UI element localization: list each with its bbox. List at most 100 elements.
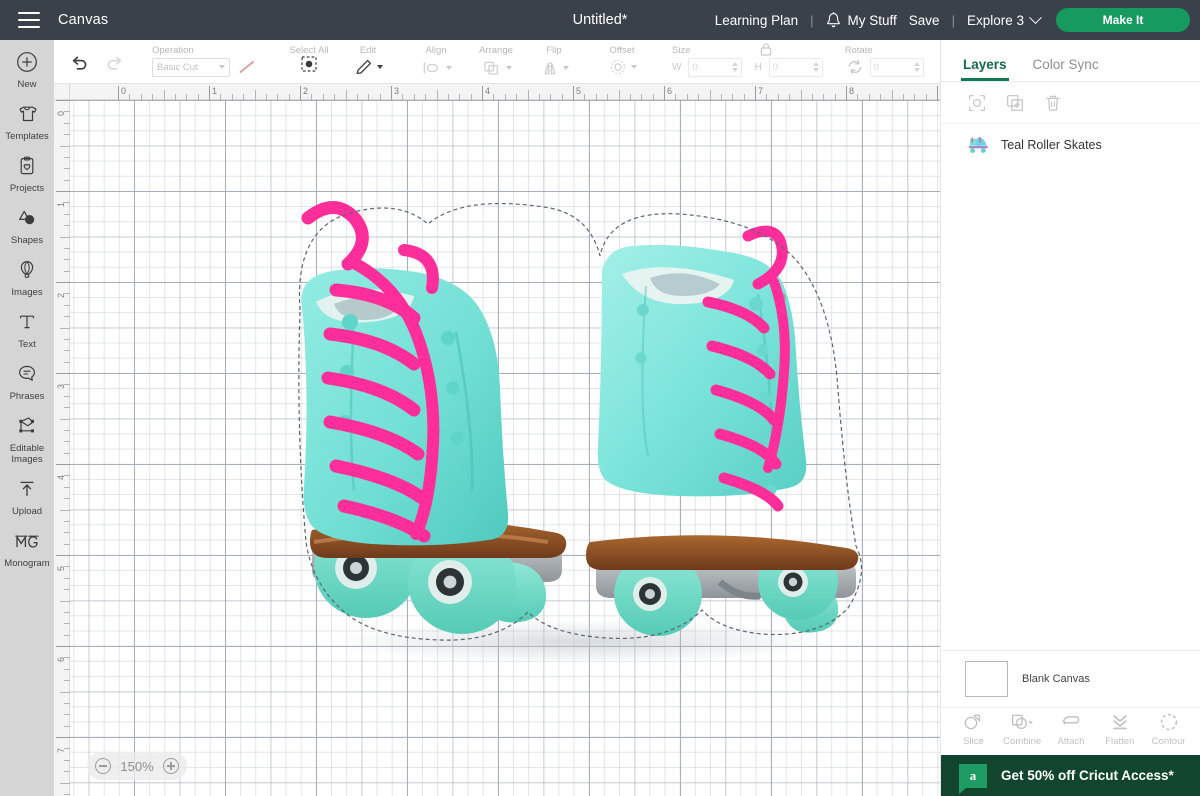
flatten-button[interactable]: Flatten: [1096, 712, 1144, 747]
height-input[interactable]: 0: [768, 57, 823, 77]
ruler-v-minor-tick: [64, 407, 70, 409]
sidebar-item-images[interactable]: Images: [0, 258, 54, 298]
sidebar-item-phrases[interactable]: Phrases: [0, 362, 54, 402]
ruler-v-minor-tick: [64, 748, 70, 750]
select-all-group: Select All: [284, 40, 334, 84]
notification-bell-icon[interactable]: [826, 11, 841, 29]
zoom-plus-icon[interactable]: [163, 758, 179, 774]
zoom-control[interactable]: 150%: [87, 752, 187, 780]
top-bar-separator-1: |: [810, 12, 814, 28]
sidebar-item-monogram[interactable]: Monogram: [0, 529, 54, 569]
ruler-h-minor-tick: [379, 94, 381, 100]
chevron-down-icon[interactable]: [630, 64, 637, 69]
undo-button[interactable]: [64, 51, 94, 77]
tab-color-sync[interactable]: Color Sync: [1033, 57, 1099, 81]
chevron-down-icon[interactable]: [562, 65, 569, 70]
my-stuff-link[interactable]: My Stuff: [848, 13, 897, 28]
ruler-v-minor-tick: [64, 293, 70, 295]
sidebar-item-templates[interactable]: Templates: [0, 102, 54, 142]
arrange-group: Arrange: [466, 40, 526, 84]
canvas-area[interactable]: 0123456789 01234567 150%: [54, 84, 940, 796]
ruler-h-minor-tick: [334, 94, 336, 100]
artwork-teal-roller-skates[interactable]: [250, 190, 870, 660]
ruler-h-minor-tick: [925, 94, 927, 100]
sidebar-item-projects[interactable]: Projects: [0, 154, 54, 194]
document-title[interactable]: Untitled*: [573, 12, 628, 28]
ruler-h-minor-tick: [288, 94, 290, 100]
canvas-label[interactable]: Canvas: [58, 12, 108, 28]
chevron-down-icon[interactable]: [505, 65, 512, 70]
sidebar-label-images: Images: [11, 287, 43, 298]
contour-label: Contour: [1151, 736, 1186, 747]
ruler-v-minor-tick: [64, 316, 70, 318]
height-value: 0: [772, 61, 778, 73]
tab-layers[interactable]: Layers: [961, 57, 1009, 81]
learning-plan-link[interactable]: Learning Plan: [715, 13, 798, 28]
duplicate-icon[interactable]: [1005, 93, 1025, 113]
ruler-h-minor-tick: [493, 94, 495, 100]
sidebar-item-upload[interactable]: Upload: [0, 477, 54, 517]
left-sidebar: New Templates Projects Shapes Images Tex…: [0, 40, 54, 796]
ruler-h-minor-tick: [891, 90, 893, 100]
chevron-down-icon[interactable]: [376, 64, 383, 69]
ruler-v-minor-tick: [60, 691, 70, 693]
width-input[interactable]: 0: [688, 57, 743, 77]
offset-sun-icon[interactable]: [608, 57, 628, 77]
arrange-layers-icon[interactable]: [481, 59, 503, 77]
ruler-h-minor-tick: [618, 90, 620, 100]
redo-button[interactable]: [100, 51, 130, 77]
save-button[interactable]: Save: [909, 13, 940, 28]
roller-skate-thumb-icon: [967, 136, 989, 154]
layer-actions-bar: [941, 82, 1200, 124]
machine-selector[interactable]: Explore 3: [967, 10, 1042, 28]
skate-front: [301, 201, 567, 634]
ruler-h-minor-tick: [459, 94, 461, 100]
contour-dashed-circle-icon: [1159, 712, 1179, 732]
width-stepper[interactable]: [732, 62, 739, 72]
attach-button[interactable]: Attach: [1047, 712, 1095, 747]
ruler-v-minor-tick: [64, 577, 70, 579]
chevron-down-icon: [1029, 10, 1042, 24]
pencil-icon[interactable]: [354, 57, 374, 77]
sidebar-label-templates: Templates: [5, 131, 49, 142]
align-icon[interactable]: [421, 59, 443, 77]
rotate-arrows-icon[interactable]: [845, 58, 865, 76]
upload-arrow-icon: [16, 477, 38, 501]
rotate-stepper[interactable]: [913, 62, 920, 72]
contour-button[interactable]: Contour: [1145, 712, 1193, 747]
chevron-down-icon[interactable]: [445, 65, 452, 70]
ruler-v-major-tick: [56, 100, 70, 101]
panel-tabs: Layers Color Sync: [941, 40, 1200, 82]
blank-canvas-row[interactable]: Blank Canvas: [941, 650, 1200, 707]
group-select-icon[interactable]: [967, 93, 987, 113]
layer-item-teal-roller-skates[interactable]: Teal Roller Skates: [941, 124, 1200, 166]
sidebar-item-new[interactable]: New: [0, 50, 54, 90]
editable-images-icon: [16, 414, 38, 438]
ruler-v-major-tick: [56, 373, 70, 374]
sidebar-item-text[interactable]: Text: [0, 310, 54, 350]
operation-color-swatch[interactable]: [236, 58, 258, 77]
color-line-swatch-icon: [239, 61, 254, 73]
blank-canvas-swatch[interactable]: [965, 661, 1008, 697]
sidebar-item-editable-images[interactable]: Editable Images: [0, 414, 54, 465]
ruler-v-minor-tick: [64, 589, 70, 591]
ruler-v-minor-tick: [64, 111, 70, 113]
edit-group: Edit: [342, 40, 394, 84]
sidebar-item-shapes[interactable]: Shapes: [0, 206, 54, 246]
hamburger-menu-icon[interactable]: [18, 12, 40, 28]
operation-select[interactable]: Basic Cut: [152, 57, 230, 77]
ruler-v-minor-tick: [64, 168, 70, 170]
zoom-minus-icon[interactable]: [95, 758, 111, 774]
cricut-access-promo-banner[interactable]: a Get 50% off Cricut Access*: [941, 755, 1200, 796]
flip-mirror-icon[interactable]: [540, 59, 560, 77]
sidebar-label-editable-images: Editable Images: [9, 443, 45, 465]
delete-trash-icon[interactable]: [1043, 93, 1063, 113]
combine-button[interactable]: Combine: [998, 712, 1046, 747]
ruler-v-minor-tick: [64, 611, 70, 613]
make-it-button[interactable]: Make It: [1056, 8, 1190, 32]
height-stepper[interactable]: [812, 62, 819, 72]
slice-button[interactable]: Slice: [949, 712, 997, 747]
lock-closed-icon[interactable]: [758, 41, 774, 57]
rotate-input[interactable]: 0: [869, 57, 924, 77]
ruler-v-minor-tick: [64, 668, 70, 670]
